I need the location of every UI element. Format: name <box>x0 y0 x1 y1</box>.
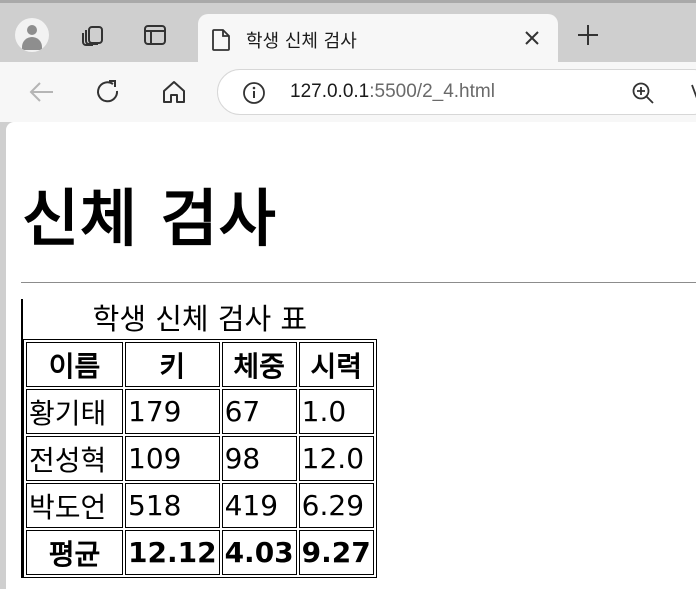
table-header-row: 이름 키 체중 시력 <box>26 342 374 387</box>
tab-actions-icon <box>144 25 166 45</box>
avatar-icon <box>15 18 49 52</box>
close-icon <box>525 31 539 45</box>
cell-height: 179 <box>125 389 220 434</box>
measurement-table: 이름 키 체중 시력 황기태 179 67 1.0 전성혁 109 98 12.… <box>23 339 377 578</box>
cell-eyesight: 12.0 <box>298 436 374 481</box>
url-text[interactable]: 127.0.0.1:5500/2_4.html <box>290 81 495 103</box>
table-average-row: 평균 12.12 4.03 9.27 <box>26 530 374 575</box>
cell-height: 109 <box>125 436 220 481</box>
cell-weight: 67 <box>221 389 297 434</box>
cell-name: 박도언 <box>26 483 123 528</box>
page-title: 신체 검사 <box>22 182 277 255</box>
cell-weight: 98 <box>221 436 297 481</box>
info-icon[interactable] <box>242 81 266 105</box>
cell-name: 황기태 <box>26 389 123 434</box>
header-height: 키 <box>125 342 220 387</box>
page-icon <box>212 29 230 51</box>
active-tab[interactable]: 학생 신체 검사 <box>198 14 558 66</box>
table-caption: 학생 신체 검사 표 <box>92 302 308 336</box>
cell-eyesight: 6.29 <box>298 483 374 528</box>
header-name: 이름 <box>26 342 123 387</box>
collections-button[interactable] <box>75 17 111 53</box>
back-button[interactable] <box>22 73 60 111</box>
home-button[interactable] <box>155 73 193 111</box>
reload-icon <box>97 80 119 103</box>
table-container: 학생 신체 검사 표 이름 키 체중 시력 황기태 179 67 1.0 전성혁… <box>21 299 377 578</box>
tab-actions-button[interactable] <box>137 17 173 53</box>
plus-icon <box>578 25 598 45</box>
url-host: 127.0.0.1 <box>290 81 370 102</box>
tab-strip: 학생 신체 검사 <box>0 0 696 66</box>
average-label: 평균 <box>26 530 123 575</box>
table-row: 전성혁 109 98 12.0 <box>26 436 374 481</box>
cell-name: 전성혁 <box>26 436 123 481</box>
average-eyesight: 9.27 <box>298 530 374 575</box>
cell-eyesight: 1.0 <box>298 389 374 434</box>
page-viewport: 신체 검사 학생 신체 검사 표 이름 키 체중 시력 황기태 179 67 1… <box>6 122 696 589</box>
table-row: 박도언 518 419 6.29 <box>26 483 374 528</box>
table-row: 황기태 179 67 1.0 <box>26 389 374 434</box>
profile-button[interactable] <box>14 17 50 53</box>
url-path: :5500/2_4.html <box>369 81 495 102</box>
cell-weight: 419 <box>221 483 297 528</box>
reload-button[interactable] <box>89 73 127 111</box>
collections-icon <box>82 26 103 46</box>
tab-title: 학생 신체 검사 <box>246 31 357 52</box>
average-weight: 4.03 <box>221 530 297 575</box>
cell-height: 518 <box>125 483 220 528</box>
horizontal-rule <box>21 282 696 283</box>
new-tab-button[interactable] <box>570 17 606 53</box>
home-icon <box>163 81 185 103</box>
average-height: 12.12 <box>125 530 220 575</box>
back-arrow-icon <box>29 82 53 102</box>
header-weight: 체중 <box>221 342 297 387</box>
reader-mode-icon[interactable] <box>688 81 696 105</box>
zoom-in-icon[interactable] <box>631 81 655 105</box>
close-tab-button[interactable] <box>520 26 544 50</box>
address-bar[interactable]: 127.0.0.1:5500/2_4.html <box>217 69 696 115</box>
browser-toolbar: 127.0.0.1:5500/2_4.html <box>0 62 696 122</box>
header-eyesight: 시력 <box>298 342 374 387</box>
